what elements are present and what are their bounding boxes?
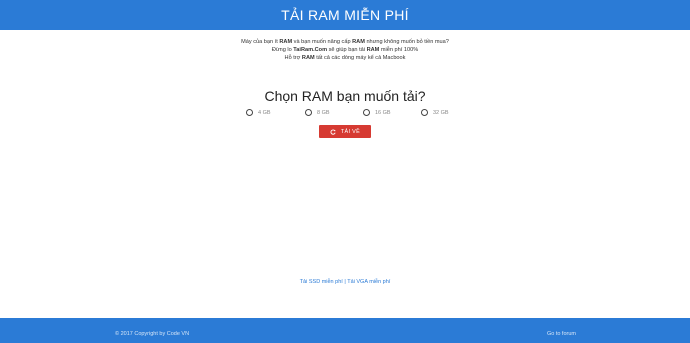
- option-label: 32 GB: [433, 109, 449, 116]
- intro-line-2: Đừng lo TaiRam.Com sẽ giúp bạn tải RAM m…: [271, 47, 419, 53]
- download-button[interactable]: TẢI VỀ: [319, 125, 371, 138]
- page-title: TẢI RAM MIỄN PHÍ: [281, 7, 409, 23]
- radio-button[interactable]: [246, 109, 253, 116]
- radio-button[interactable]: [421, 109, 428, 116]
- ram-options: 4 GB 8 GB 16 GB 32 GB: [0, 109, 690, 119]
- forum-link[interactable]: Go to forum: [547, 331, 576, 337]
- radio-button[interactable]: [363, 109, 370, 116]
- ram-option-16gb[interactable]: 16 GB: [363, 109, 391, 116]
- intro-text: Máy của bạn ít RAM và bạn muốn nâng cấp …: [0, 38, 690, 62]
- option-label: 4 GB: [258, 109, 271, 116]
- intro-line-1: Máy của bạn ít RAM và bạn muốn nâng cấp …: [241, 39, 449, 45]
- intro-line-3: Hỗ trợ RAM tất cả các dòng máy kể cả Mac…: [284, 55, 406, 61]
- free-ssd-link[interactable]: Tải SSD miễn phí: [300, 279, 343, 285]
- page-footer: © 2017 Copyright by Code VN Go to forum: [0, 318, 690, 343]
- link-separator: |: [344, 279, 346, 285]
- ram-option-4gb[interactable]: 4 GB: [246, 109, 271, 116]
- page-header: TẢI RAM MIỄN PHÍ: [0, 0, 690, 30]
- free-vga-link[interactable]: Tải VGA miễn phí: [347, 279, 390, 285]
- option-label: 8 GB: [317, 109, 330, 116]
- refresh-icon: [330, 128, 336, 135]
- ram-question-heading: Chọn RAM bạn muốn tải?: [264, 88, 426, 104]
- copyright-text: © 2017 Copyright by Code VN: [115, 331, 190, 337]
- ram-option-8gb[interactable]: 8 GB: [305, 109, 330, 116]
- option-label: 16 GB: [375, 109, 391, 116]
- download-button-label: TẢI VỀ: [340, 128, 361, 135]
- footer-links: Tải SSD miễn phí | Tải VGA miễn phí: [0, 279, 690, 285]
- radio-button[interactable]: [305, 109, 312, 116]
- ram-option-32gb[interactable]: 32 GB: [421, 109, 449, 116]
